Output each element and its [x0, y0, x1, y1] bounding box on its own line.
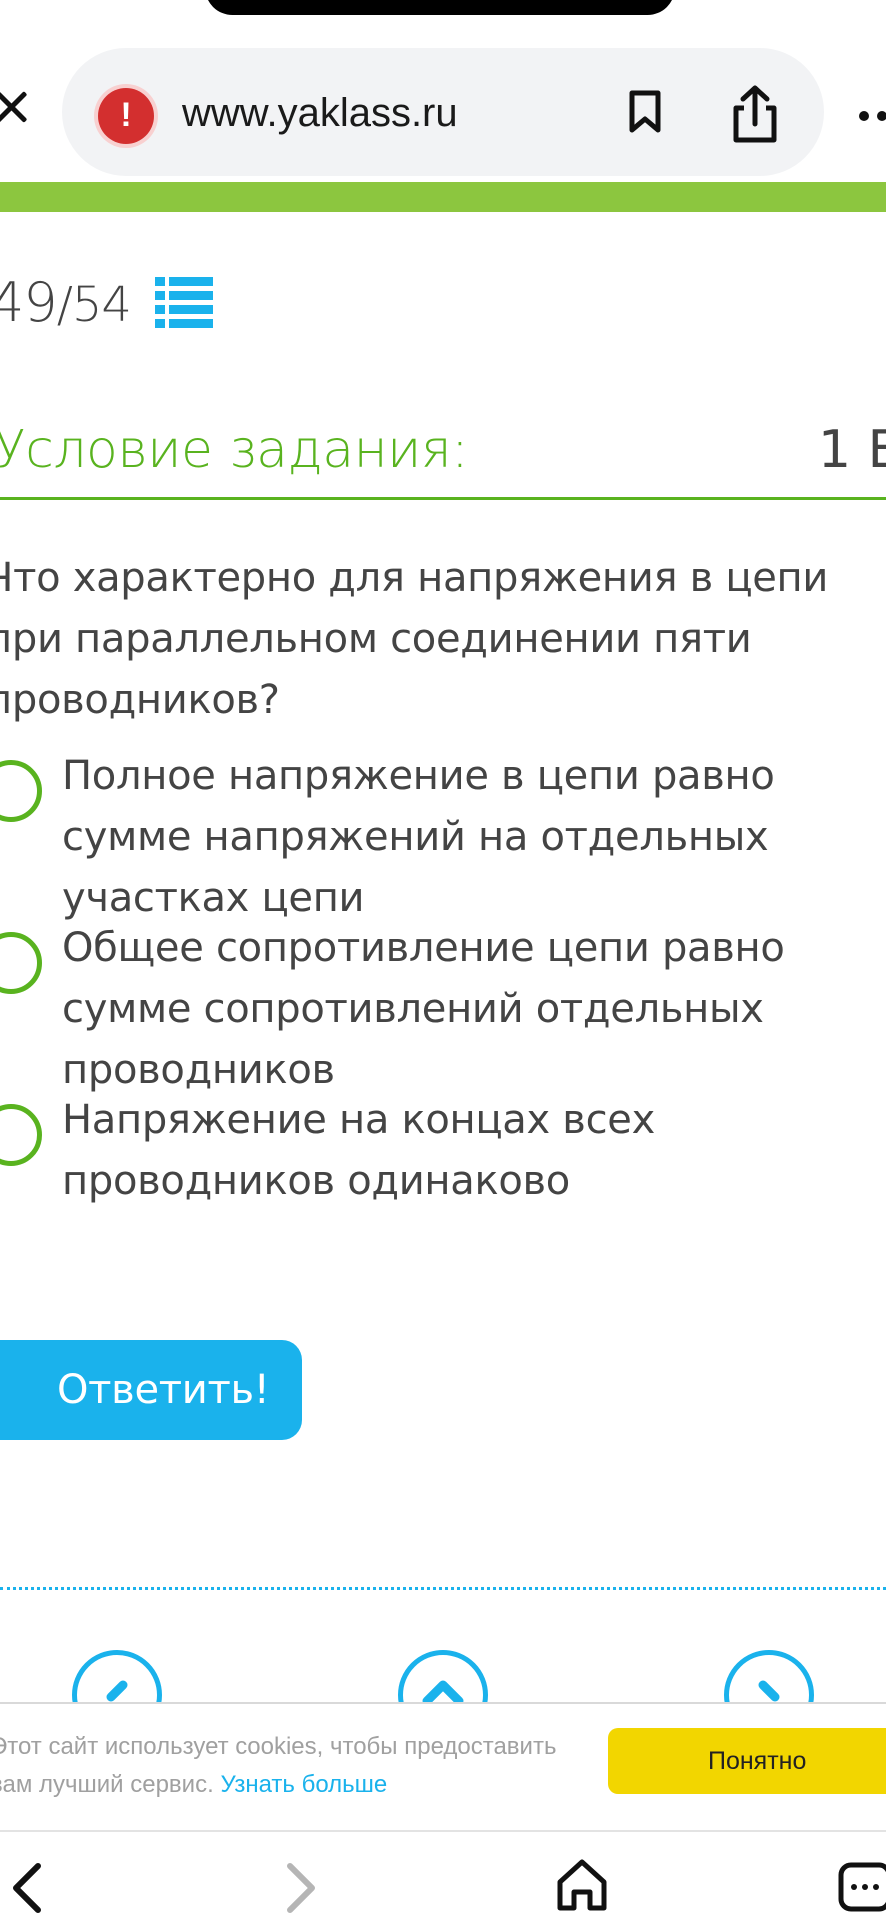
warning-icon[interactable]: !: [98, 88, 154, 144]
back-icon[interactable]: [6, 1862, 46, 1914]
forward-icon[interactable]: [282, 1862, 322, 1914]
close-icon[interactable]: [0, 90, 28, 124]
url-text[interactable]: www.yaklass.ru: [182, 88, 458, 138]
option-label[interactable]: Полное напряжение в цепи равно сумме нап…: [62, 746, 862, 929]
condition-divider: [0, 497, 886, 500]
browser-toolbar: [0, 1830, 886, 1920]
task-separator: /: [56, 277, 73, 333]
cookie-accept-button[interactable]: Понятно: [608, 1728, 886, 1794]
submit-answer-button[interactable]: Ответить!: [0, 1340, 302, 1440]
cookie-learn-more-link[interactable]: Узнать больше: [220, 1771, 387, 1798]
camera-notch: [205, 0, 675, 15]
option-label[interactable]: Общее сопротивление цепи равно сумме соп…: [62, 918, 862, 1101]
more-icon[interactable]: [858, 110, 886, 122]
task-counter: 49/54: [0, 268, 132, 340]
home-icon[interactable]: [556, 1858, 608, 1912]
list-icon[interactable]: [155, 275, 213, 330]
progress-bar: [0, 182, 886, 212]
task-total: 54: [71, 277, 132, 333]
points-label: 1 Б.: [818, 420, 886, 480]
share-icon[interactable]: [730, 84, 780, 144]
condition-title: Условие задания:: [0, 420, 469, 480]
radio-button[interactable]: [0, 932, 42, 994]
bookmark-icon[interactable]: [628, 90, 662, 134]
divider: [0, 1587, 886, 1590]
task-current: 49: [0, 271, 58, 334]
radio-button[interactable]: [0, 760, 42, 822]
radio-button[interactable]: [0, 1104, 42, 1166]
question-text: Что характерно для напряжения в цепи при…: [0, 555, 829, 723]
option-label[interactable]: Напряжение на концах всех проводников од…: [62, 1090, 862, 1212]
tabs-icon[interactable]: [838, 1862, 886, 1912]
cookie-text: Этот сайт использует cookies, чтобы пред…: [0, 1728, 590, 1804]
